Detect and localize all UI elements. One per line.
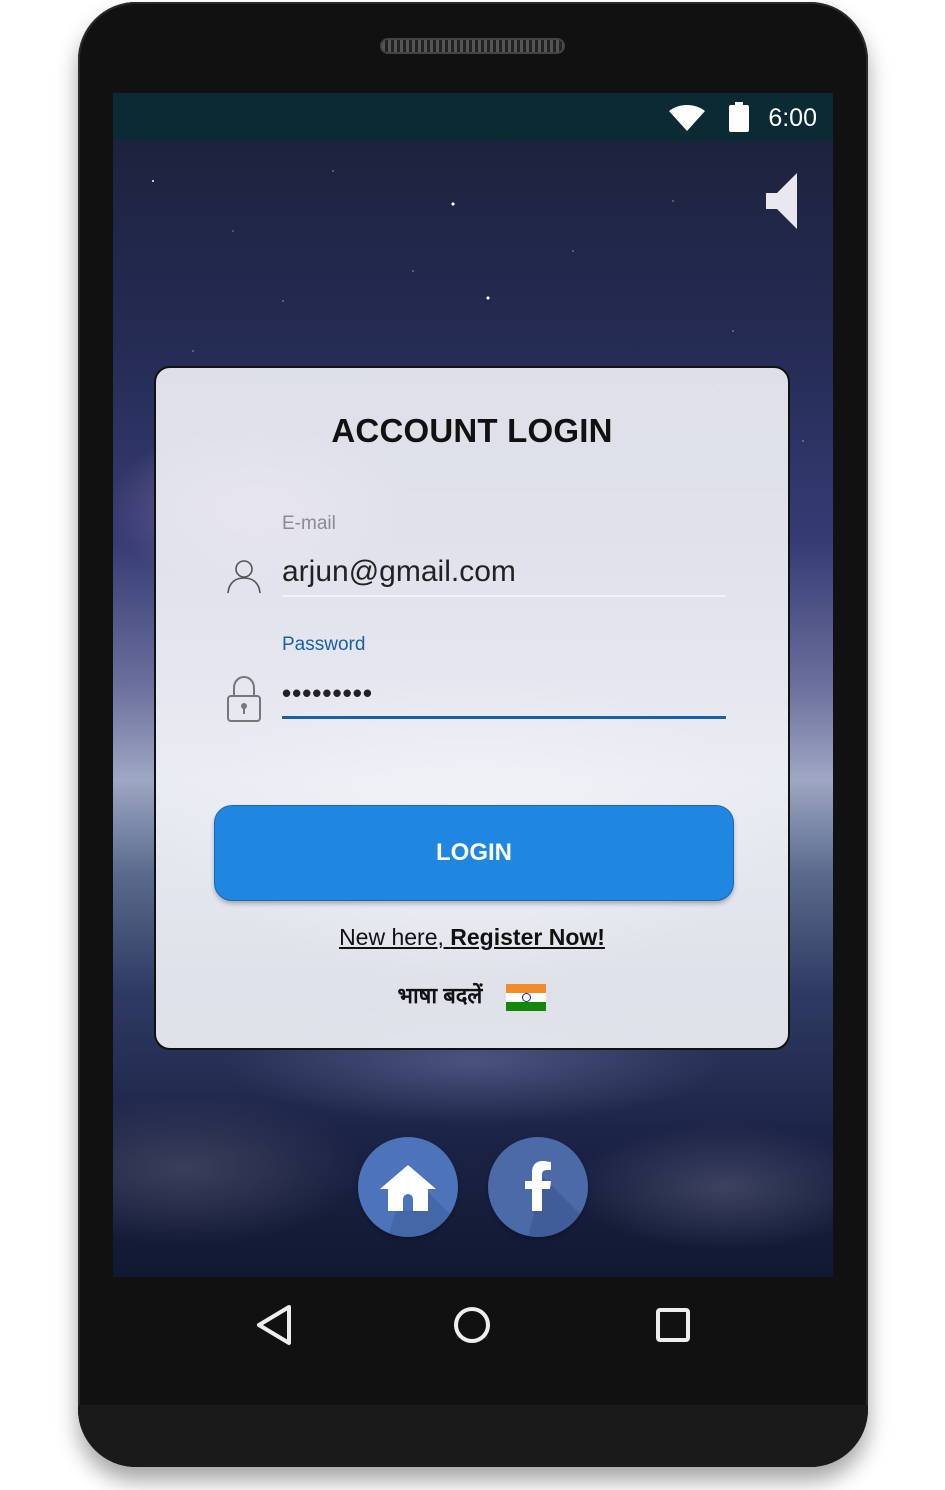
page-title: ACCOUNT LOGIN: [331, 412, 613, 449]
india-flag-icon[interactable]: [506, 983, 547, 1011]
email-underline: [282, 595, 726, 597]
recents-square-icon[interactable]: [655, 1307, 691, 1343]
lock-icon: [227, 676, 261, 722]
facebook-button[interactable]: [488, 1137, 588, 1237]
language-label: भाषा बदलें: [397, 983, 483, 1008]
user-icon: [227, 560, 261, 594]
home-button[interactable]: [358, 1137, 458, 1237]
wifi-icon: [669, 105, 705, 131]
email-field[interactable]: [282, 552, 726, 592]
language-switch[interactable]: भाषा बदलें: [156, 980, 788, 1011]
register-now-text: Register Now!: [450, 924, 605, 950]
password-label: Password: [282, 634, 366, 655]
email-label: E-mail: [282, 513, 336, 534]
volume-icon[interactable]: [763, 173, 803, 229]
home-icon: [380, 1165, 453, 1237]
battery-icon: [729, 102, 749, 132]
status-bar: 6:00: [113, 93, 833, 141]
register-prefix: New here,: [339, 924, 451, 950]
home-circle-icon[interactable]: [452, 1305, 492, 1345]
login-card: ACCOUNT LOGIN E-mail Password LOGIN New …: [154, 366, 790, 1050]
facebook-icon: [525, 1161, 583, 1237]
login-button[interactable]: LOGIN: [214, 805, 734, 901]
register-link[interactable]: New here, Register Now!: [156, 924, 788, 951]
phone-speaker: [380, 38, 565, 54]
password-field[interactable]: [282, 673, 726, 713]
status-time: 6:00: [768, 104, 817, 132]
password-underline: [282, 716, 726, 719]
phone-chin: [78, 1405, 868, 1467]
app-screen: 6:00 ACCOUNT LOGIN E-mail Password LOGIN…: [113, 93, 833, 1277]
back-triangle-icon[interactable]: [254, 1303, 294, 1347]
